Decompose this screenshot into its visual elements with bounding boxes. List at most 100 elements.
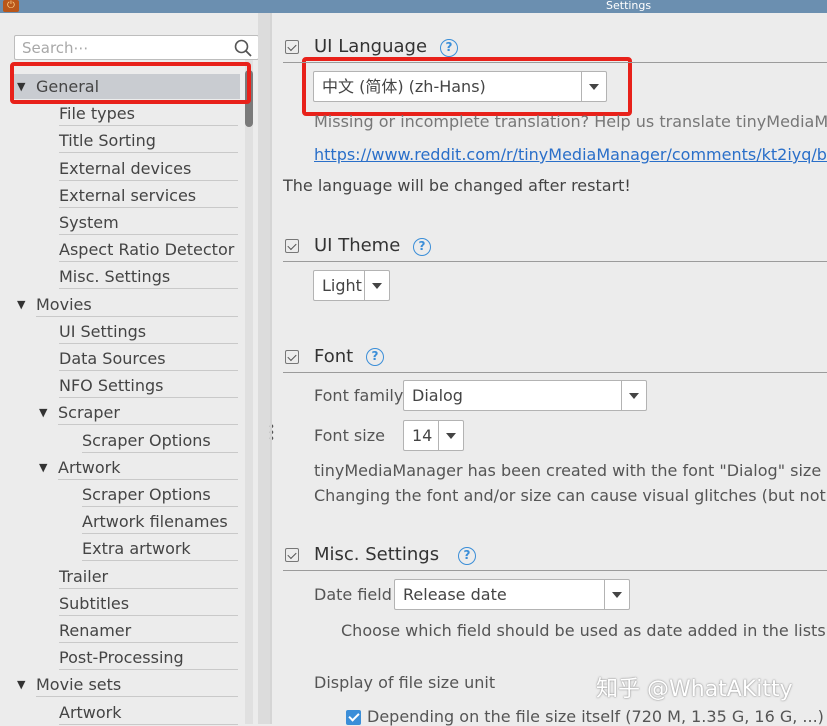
section-title: UI Theme bbox=[314, 235, 401, 256]
watermark: 知乎 @WhatAKitty bbox=[596, 677, 793, 702]
chevron-down-icon[interactable] bbox=[438, 421, 463, 450]
expand-triangle-icon[interactable]: ▼ bbox=[39, 455, 53, 480]
font-family-value: Dialog bbox=[412, 386, 463, 405]
sidebar-item[interactable]: Artwork filenames bbox=[0, 509, 240, 534]
sidebar-item[interactable]: Artwork bbox=[0, 700, 240, 725]
sidebar-item-label: Post-Processing bbox=[59, 648, 184, 667]
sidebar-item-label: Scraper bbox=[58, 403, 120, 422]
sidebar-item-label: Data Sources bbox=[59, 349, 166, 368]
help-icon[interactable]: ? bbox=[458, 547, 476, 565]
sidebar-item[interactable]: Scraper Options bbox=[0, 428, 240, 453]
chevron-down-icon[interactable] bbox=[581, 72, 606, 101]
expand-triangle-icon[interactable]: ▼ bbox=[17, 672, 31, 697]
sidebar-item-label: Aspect Ratio Detector bbox=[59, 240, 235, 259]
row-underline bbox=[82, 452, 238, 453]
translation-link[interactable]: https://www.reddit.com/r/tinyMediaManage… bbox=[314, 145, 827, 164]
search-input[interactable]: Search⋯ bbox=[14, 35, 259, 60]
row-underline bbox=[59, 234, 238, 235]
row-underline bbox=[58, 479, 238, 480]
language-select-value: 中文 (简体) (zh-Hans) bbox=[322, 77, 486, 96]
split-pane-divider[interactable] bbox=[258, 13, 270, 724]
row-underline bbox=[59, 615, 238, 616]
sidebar-item[interactable]: Data Sources bbox=[0, 346, 240, 371]
sidebar-item[interactable]: ▼ Movies bbox=[0, 292, 240, 317]
window-title-text: Settings bbox=[606, 0, 652, 12]
sidebar-scrollbar[interactable] bbox=[245, 60, 253, 724]
row-underline bbox=[59, 669, 238, 670]
file-size-option: Depending on the file size itself (720 M… bbox=[367, 707, 824, 726]
sidebar-item-label: System bbox=[59, 213, 119, 232]
main-panel-border bbox=[270, 13, 272, 724]
row-underline bbox=[59, 724, 238, 725]
sidebar-item[interactable]: Title Sorting bbox=[0, 128, 240, 153]
search-icon[interactable] bbox=[234, 39, 252, 57]
chevron-down-icon[interactable] bbox=[604, 580, 629, 609]
sidebar-item-label: External services bbox=[59, 186, 197, 205]
sidebar-item[interactable]: ▼ Movie sets bbox=[0, 672, 240, 697]
sidebar-item-label: Artwork bbox=[59, 703, 122, 722]
row-underline bbox=[59, 180, 238, 181]
sidebar-item[interactable]: Trailer bbox=[0, 564, 240, 589]
chevron-down-icon[interactable] bbox=[621, 381, 646, 410]
sidebar-item-label: Title Sorting bbox=[59, 131, 156, 150]
sidebar-item-label: File types bbox=[59, 104, 135, 123]
collapse-toggle-icon[interactable] bbox=[285, 239, 299, 253]
collapse-toggle-icon[interactable] bbox=[285, 350, 299, 364]
sidebar-item-label: Scraper Options bbox=[82, 485, 211, 504]
expand-triangle-icon[interactable]: ▼ bbox=[17, 292, 31, 317]
sidebar-item[interactable]: External devices bbox=[0, 156, 240, 181]
sidebar-item-label: NFO Settings bbox=[59, 376, 164, 395]
sidebar-item-label: Artwork filenames bbox=[82, 512, 228, 531]
sidebar-item[interactable]: External services bbox=[0, 183, 240, 208]
date-field-select[interactable]: Release date bbox=[394, 579, 630, 610]
sidebar-item[interactable]: UI Settings bbox=[0, 319, 240, 344]
sidebar-item[interactable]: ▼ Scraper bbox=[0, 400, 240, 425]
sidebar-item[interactable]: System bbox=[0, 210, 240, 235]
sidebar-item[interactable]: ▼ Artwork bbox=[0, 455, 240, 480]
language-select[interactable]: 中文 (简体) (zh-Hans) bbox=[313, 71, 607, 102]
sidebar-item[interactable]: Extra artwork bbox=[0, 536, 240, 561]
help-icon[interactable]: ? bbox=[440, 39, 458, 57]
collapse-toggle-icon[interactable] bbox=[285, 40, 299, 54]
help-icon[interactable]: ? bbox=[413, 238, 431, 256]
section-title: UI Language bbox=[314, 36, 428, 57]
file-size-checkbox[interactable] bbox=[346, 710, 361, 725]
font-family-select[interactable]: Dialog bbox=[403, 380, 647, 411]
theme-select-value: Light bbox=[322, 276, 362, 295]
row-underline bbox=[36, 316, 238, 317]
expand-triangle-icon[interactable]: ▼ bbox=[39, 400, 53, 425]
help-icon[interactable]: ? bbox=[366, 348, 384, 366]
font-note-1: tinyMediaManager has been created with t… bbox=[314, 461, 827, 480]
sidebar-item[interactable]: File types bbox=[0, 101, 240, 126]
sidebar-item[interactable]: Post-Processing bbox=[0, 645, 240, 670]
section-title: Misc. Settings bbox=[314, 544, 440, 565]
font-size-value: 14 bbox=[412, 426, 433, 445]
section-separator bbox=[283, 372, 827, 373]
date-field-note: Choose which field should be used as dat… bbox=[341, 621, 826, 640]
row-underline bbox=[82, 506, 238, 507]
font-size-select[interactable]: 14 bbox=[403, 420, 464, 451]
row-underline bbox=[59, 125, 238, 126]
row-underline bbox=[59, 261, 238, 262]
row-underline bbox=[59, 588, 238, 589]
row-underline bbox=[59, 642, 238, 643]
sidebar-item-label: Renamer bbox=[59, 621, 132, 640]
row-underline bbox=[59, 343, 238, 344]
app-logo-icon: ⏻ bbox=[3, 0, 19, 12]
sidebar-item-label: Subtitles bbox=[59, 594, 130, 613]
sidebar-item-label: Movie sets bbox=[36, 675, 122, 694]
theme-select[interactable]: Light bbox=[313, 270, 390, 301]
collapse-toggle-icon[interactable] bbox=[285, 548, 299, 562]
sidebar-item[interactable]: NFO Settings bbox=[0, 373, 240, 398]
translation-help-text: Missing or incomplete translation? Help … bbox=[314, 112, 827, 131]
sidebar-item-label: Movies bbox=[36, 295, 92, 314]
sidebar-item[interactable]: Aspect Ratio Detector bbox=[0, 237, 240, 262]
chevron-down-icon[interactable] bbox=[364, 271, 389, 300]
row-underline bbox=[58, 424, 238, 425]
font-size-label: Font size bbox=[314, 426, 385, 445]
search-placeholder: Search⋯ bbox=[22, 39, 89, 57]
sidebar-item[interactable]: Misc. Settings bbox=[0, 264, 240, 289]
sidebar-item[interactable]: Subtitles bbox=[0, 591, 240, 616]
sidebar-item[interactable]: Scraper Options bbox=[0, 482, 240, 507]
sidebar-item[interactable]: Renamer bbox=[0, 618, 240, 643]
